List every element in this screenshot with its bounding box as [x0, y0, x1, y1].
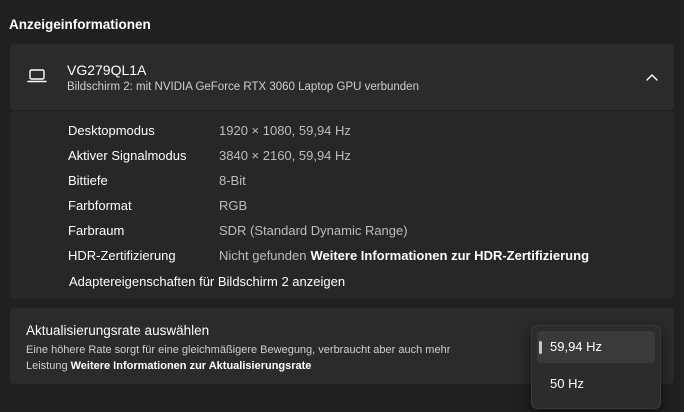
detail-value: Nicht gefunden Weitere Informationen zur …: [219, 247, 589, 265]
refresh-rate-option-label: 59,94 Hz: [550, 339, 603, 354]
refresh-rate-option-label: 50 Hz: [550, 376, 584, 391]
detail-label: Farbraum: [68, 223, 125, 238]
selection-indicator: [539, 341, 542, 354]
hdr-status: Nicht gefunden: [219, 248, 307, 263]
detail-label: Farbformat: [68, 198, 132, 213]
detail-value: 1920 × 1080, 59,94 Hz: [219, 123, 351, 138]
detail-label: Desktopmodus: [68, 123, 155, 138]
detail-value: SDR (Standard Dynamic Range): [219, 223, 408, 238]
refresh-rate-option[interactable]: 50 Hz: [537, 368, 655, 400]
refresh-rate-info-link[interactable]: Weitere Informationen zur Aktualisierung…: [71, 360, 312, 372]
refresh-rate-dropdown[interactable]: 59,94 Hz 50 Hz: [531, 325, 661, 409]
section-title: Anzeigeinformationen: [9, 17, 151, 32]
detail-label: Aktiver Signalmodus: [68, 148, 187, 163]
detail-value: RGB: [219, 198, 248, 213]
chevron-up-icon[interactable]: [640, 66, 664, 88]
refresh-rate-description: Eine höhere Rate sorgt für eine gleichmä…: [26, 342, 506, 374]
monitor-header[interactable]: VG279QL1A Bildschirm 2: mit NVIDIA GeFor…: [10, 44, 674, 110]
display-details: Desktopmodus 1920 × 1080, 59,94 Hz Aktiv…: [10, 111, 674, 299]
monitor-subtitle: Bildschirm 2: mit NVIDIA GeForce RTX 306…: [67, 81, 419, 93]
detail-label: Bittiefe: [68, 173, 108, 188]
detail-value: 3840 × 2160, 59,94 Hz: [219, 148, 351, 163]
refresh-rate-option[interactable]: 59,94 Hz: [537, 331, 655, 363]
laptop-icon: [27, 67, 47, 85]
monitor-name: VG279QL1A: [67, 62, 147, 78]
adapter-properties-link[interactable]: Adaptereigenschaften für Bildschirm 2 an…: [69, 274, 345, 289]
hdr-info-link[interactable]: Weitere Informationen zur HDR-Zertifizie…: [310, 248, 589, 263]
refresh-rate-title: Aktualisierungsrate auswählen: [26, 323, 210, 338]
detail-value: 8-Bit: [219, 173, 246, 188]
detail-label: HDR-Zertifizierung: [68, 248, 176, 263]
